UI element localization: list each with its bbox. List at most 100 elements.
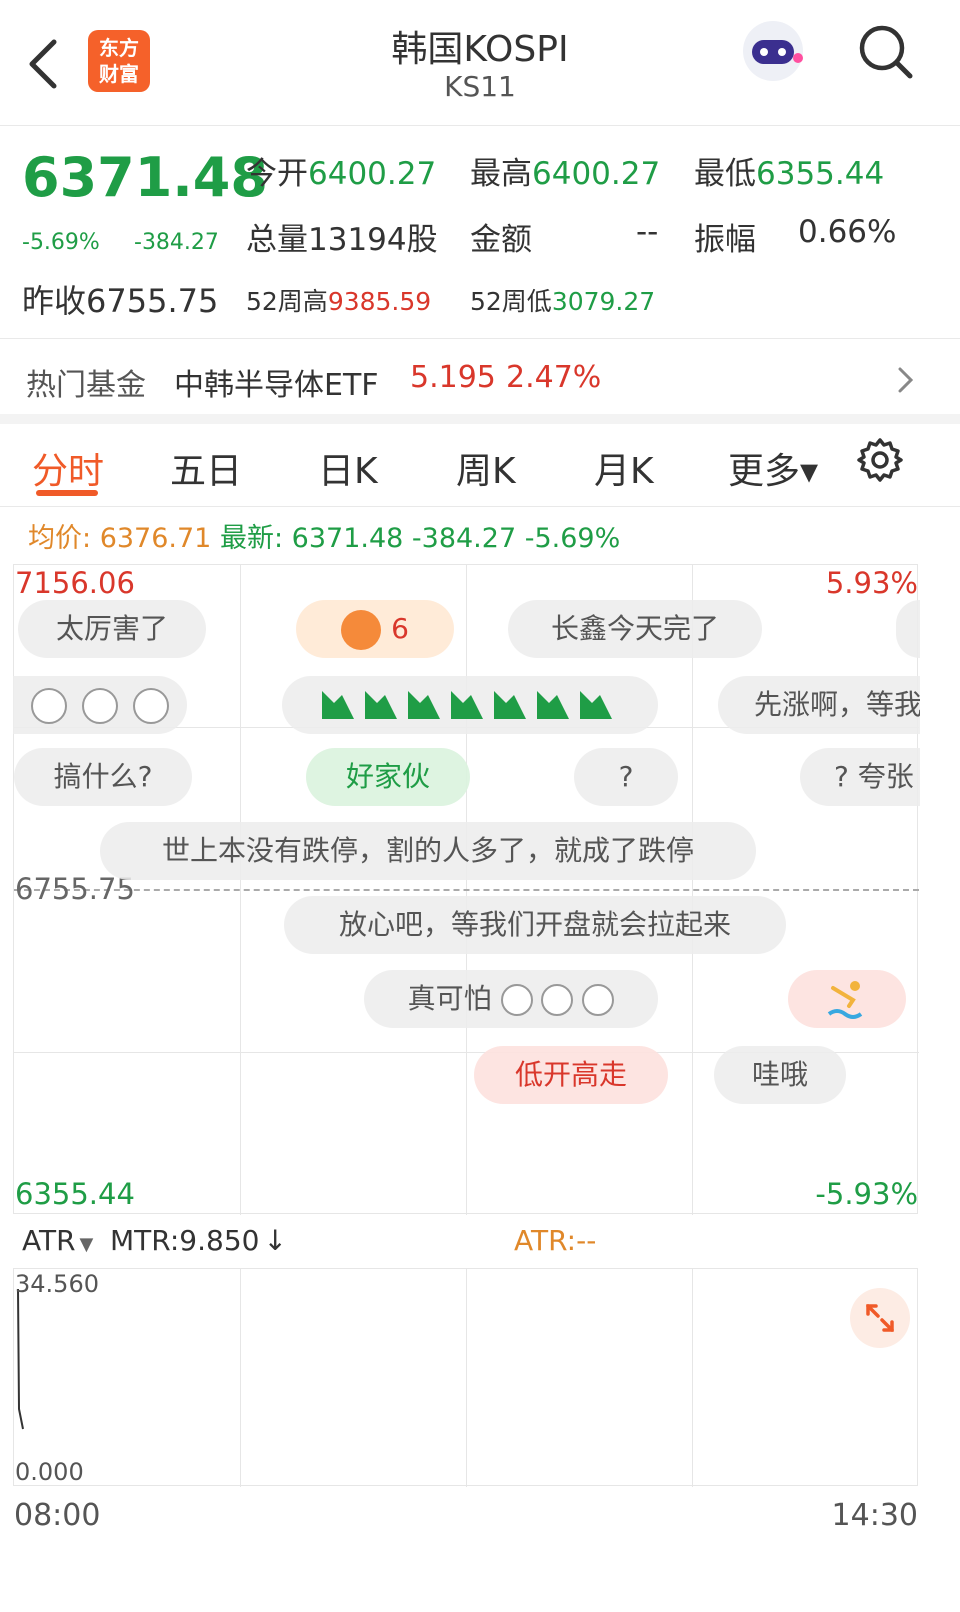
emoji-face-icon	[132, 688, 169, 724]
tab-intraday[interactable]: 分时	[32, 442, 104, 494]
volume-stat: 总量13194股	[246, 214, 438, 259]
page-title: 韩国KOSPI	[391, 29, 569, 70]
price-chart[interactable]	[13, 564, 919, 1215]
danmaku-bubble[interactable]: ? 夸张	[800, 748, 920, 806]
down-arrow-icon: ↓	[263, 1224, 287, 1257]
danmaku-bubble[interactable]: 先涨啊，等我	[718, 676, 920, 734]
dropdown-arrow-icon: ▼	[79, 1234, 94, 1255]
time-axis-end: 14:30	[831, 1498, 918, 1533]
atr-line	[17, 1288, 24, 1430]
atr-value: ATR:--	[514, 1224, 597, 1257]
danmaku-bubble[interactable]: 哇哦	[714, 1046, 846, 1104]
search-icon[interactable]	[856, 22, 916, 82]
danmaku-bubble[interactable]	[788, 970, 906, 1028]
amount-value: --	[636, 214, 659, 250]
cow-emoji-icon	[341, 610, 382, 650]
indicator-chart[interactable]	[13, 1268, 918, 1487]
latest-label: 最新:	[219, 523, 284, 554]
axis-top-pct: 5.93%	[825, 566, 918, 600]
crying-emoji-icon	[582, 984, 615, 1016]
tab-five-day[interactable]: 五日	[170, 442, 242, 494]
danmaku-bubble[interactable]: ?	[574, 748, 678, 806]
open-stat: 今开6400.27	[246, 148, 436, 193]
hot-fund-row[interactable]: 热门基金 中韩半导体ETF 5.195 2.47%	[0, 340, 960, 414]
amplitude-value: 0.66%	[798, 214, 897, 250]
chart-info-line: 均价: 6376.71 最新: 6371.48 -384.27 -5.69%	[28, 516, 620, 555]
wk52-high-label: 52周高	[246, 287, 328, 316]
latest-change: -384.27	[411, 523, 517, 554]
danmaku-text: 6	[391, 612, 409, 645]
high-stat: 最高6400.27	[470, 148, 660, 193]
indicator-bottom-value: 0.000	[15, 1458, 84, 1486]
axis-bottom-pct: -5.93%	[815, 1177, 918, 1211]
high-label: 最高	[470, 156, 532, 192]
danmaku-bubble[interactable]: 放心吧，等我们开盘就会拉起来	[284, 896, 786, 954]
crying-emoji-icon	[541, 984, 574, 1016]
axis-top-price: 7156.06	[15, 566, 135, 600]
danmaku-bubble[interactable]: 真可怕	[364, 970, 658, 1028]
tab-monthly-k[interactable]: 月K	[594, 442, 654, 494]
change-amount: -384.27	[134, 230, 219, 255]
mtr-value: MTR:9.850 ↓	[110, 1224, 287, 1257]
tab-more[interactable]: 更多▾	[728, 442, 818, 494]
hot-fund-change: 2.47%	[506, 360, 602, 395]
grid-line	[466, 1269, 467, 1487]
low-value: 6355.44	[756, 156, 885, 192]
tab-daily-k[interactable]: 日K	[318, 442, 378, 494]
tab-weekly-k[interactable]: 周K	[456, 442, 516, 494]
wk52-high-value: 9385.59	[327, 287, 432, 316]
quote-divider	[0, 338, 960, 339]
prev-close-label: 昨收	[22, 282, 87, 320]
prev-close-value: 6755.75	[86, 282, 219, 320]
emoji-face-icon	[82, 688, 118, 724]
change-percent: -5.69%	[22, 230, 100, 255]
danmaku-text: 先涨啊，等我	[754, 688, 920, 721]
prev-close-row: 昨收6755.75	[22, 276, 218, 322]
danmaku-bubble[interactable]: 低开高走	[474, 1046, 668, 1104]
indicator-top-value: 34.560	[15, 1270, 99, 1298]
indicator-selector[interactable]: ATR ▼	[22, 1224, 93, 1257]
emoji-face-icon	[31, 688, 68, 724]
danmaku-bubble[interactable]: 太厉害了	[18, 600, 206, 658]
grid-line	[240, 1269, 241, 1487]
hot-fund-name: 中韩半导体ETF	[174, 368, 379, 403]
high-value: 6400.27	[532, 156, 661, 192]
open-label: 今开	[246, 156, 308, 192]
volume-value: 13194股	[308, 222, 438, 258]
wk52-low-label: 52周低	[470, 287, 552, 316]
danmaku-bubble[interactable]	[13, 676, 187, 734]
time-axis-start: 08:00	[14, 1498, 101, 1533]
danmaku-bubble[interactable]: 世上本没有跌停，割的人多了，就成了跌停	[100, 822, 756, 880]
hot-fund-price: 5.195	[410, 360, 496, 395]
latest-pct: -5.69%	[524, 523, 621, 554]
danmaku-text: ? 夸张	[834, 760, 914, 793]
tab-divider	[0, 506, 960, 507]
wk52-low-stat: 52周低3079.27	[470, 282, 655, 318]
avg-value: 6376.71	[99, 523, 212, 554]
robot-assistant-icon[interactable]	[738, 16, 808, 86]
stock-code: KS11	[444, 70, 516, 103]
header-divider	[0, 125, 960, 126]
danmaku-bubble[interactable]: 好家伙	[306, 748, 470, 806]
amount-label: 金额	[470, 222, 532, 258]
danmaku-bubble[interactable]: 长鑫今天完了	[508, 600, 762, 658]
diving-emoji-icon	[827, 981, 863, 1019]
low-label: 最低	[694, 156, 756, 192]
expand-icon[interactable]	[850, 1288, 910, 1348]
amplitude-label: 振幅	[694, 222, 756, 258]
latest-value: 6371.48	[291, 523, 404, 554]
falling-chart-emoji-icon	[322, 691, 612, 719]
crying-emoji-icon	[500, 984, 533, 1016]
wk52-low-value: 3079.27	[551, 287, 656, 316]
danmaku-bubble[interactable]	[282, 676, 658, 734]
axis-bottom-price: 6355.44	[15, 1177, 135, 1211]
avg-label: 均价:	[28, 523, 92, 554]
danmaku-bubble[interactable]: 6	[296, 600, 454, 658]
grid-line	[692, 1269, 693, 1487]
section-gap	[0, 414, 960, 424]
volume-label: 总量	[246, 222, 308, 258]
indicator-name: ATR	[22, 1224, 76, 1257]
hot-fund-label: 热门基金	[26, 368, 146, 403]
gear-icon[interactable]	[856, 436, 904, 484]
danmaku-bubble[interactable]: 搞什么?	[14, 748, 192, 806]
